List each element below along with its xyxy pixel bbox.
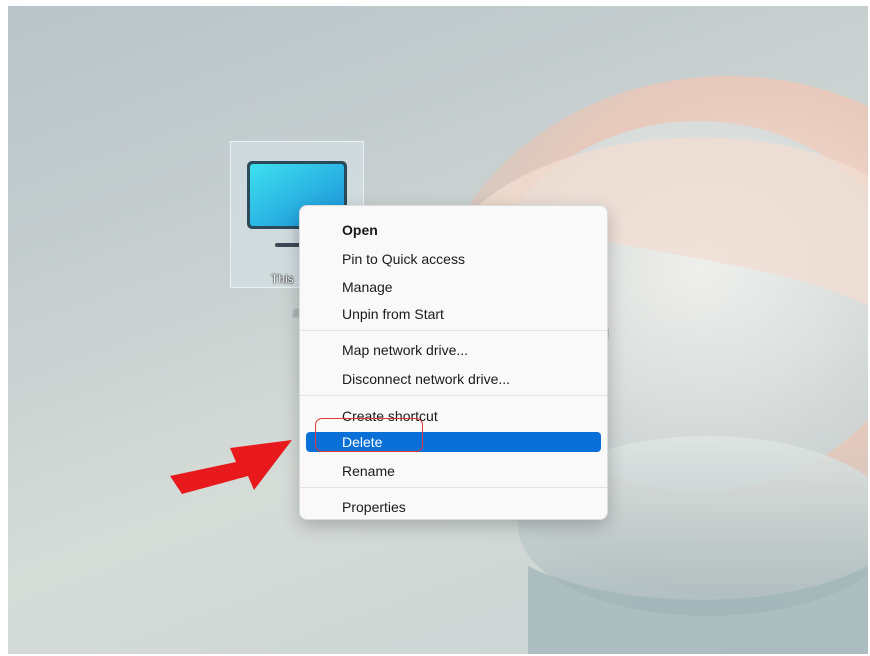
menu-item-map-network-drive[interactable]: Map network drive... (306, 338, 601, 362)
desktop: This TipsMake .com Open Pin to Quick acc… (8, 6, 868, 654)
menu-separator (300, 487, 607, 488)
menu-item-manage[interactable]: Manage (306, 275, 601, 299)
menu-item-properties[interactable]: Properties (306, 495, 601, 519)
desktop-icon-label: This (271, 272, 294, 286)
red-arrow-icon (170, 440, 292, 494)
context-menu: Open Pin to Quick access Manage Unpin fr… (299, 205, 608, 520)
menu-separator (300, 395, 607, 396)
menu-item-open[interactable]: Open (306, 218, 601, 242)
menu-item-disconnect-network-drive[interactable]: Disconnect network drive... (306, 367, 601, 391)
menu-item-pin-quick-access[interactable]: Pin to Quick access (306, 247, 601, 271)
menu-item-delete[interactable]: Delete (306, 432, 601, 452)
menu-item-create-shortcut[interactable]: Create shortcut (306, 404, 601, 428)
menu-item-rename[interactable]: Rename (306, 459, 601, 483)
menu-separator (300, 330, 607, 331)
menu-item-unpin-start[interactable]: Unpin from Start (306, 302, 601, 326)
